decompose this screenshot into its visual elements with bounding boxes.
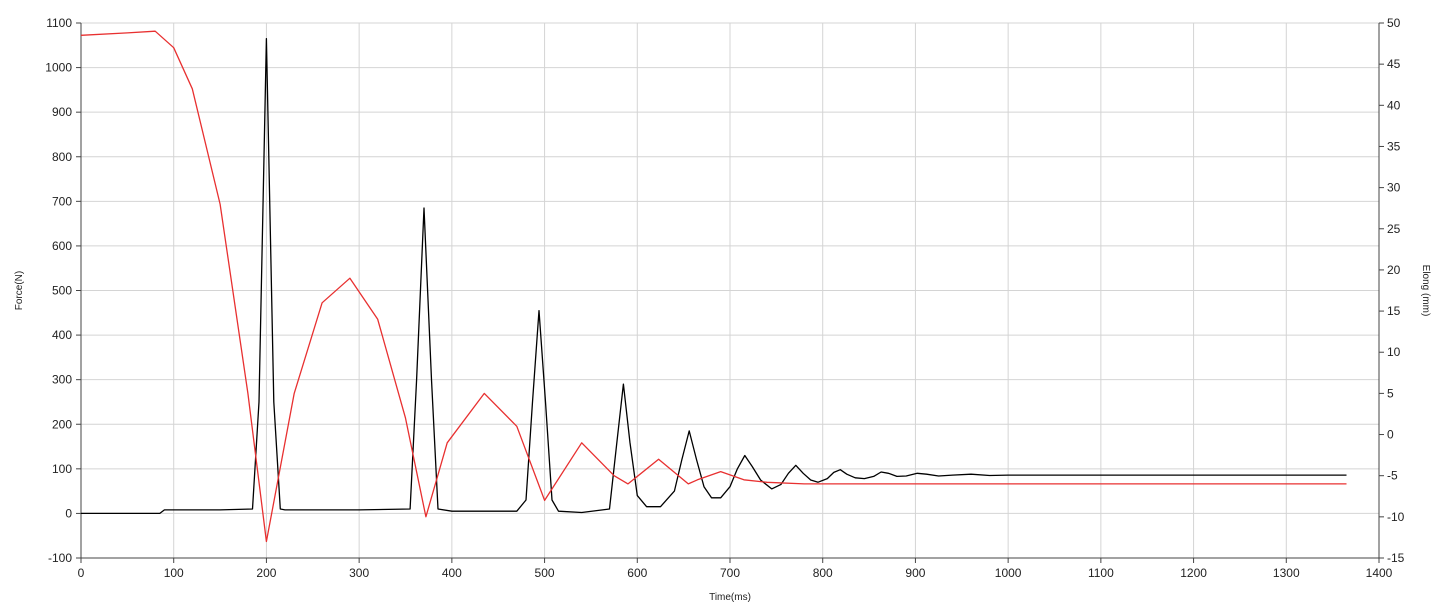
x-tick-label-7: 700 xyxy=(720,566,740,580)
y-right-tick-label-12: 45 xyxy=(1387,57,1401,71)
x-tick-label-10: 1000 xyxy=(995,566,1022,580)
y-left-tick-label-1: 0 xyxy=(65,506,72,520)
series-layer xyxy=(80,30,1347,543)
y-left-tick-label-10: 900 xyxy=(52,105,72,119)
x-tick-label-11: 1100 xyxy=(1088,566,1114,580)
x-tick-label-13: 1300 xyxy=(1273,566,1300,580)
y-right-tick-label-9: 30 xyxy=(1387,181,1401,195)
y-left-tick-label-11: 1000 xyxy=(45,61,72,75)
x-tick-label-1: 100 xyxy=(164,566,184,580)
ticks-layer: 0 100 200 300 400 500 600 700 800 900 1000 1100 1200… xyxy=(45,16,1404,580)
x-tick-label-14: 1400 xyxy=(1366,566,1393,580)
series-line-0 xyxy=(81,37,1347,515)
y-left-tick-label-8: 700 xyxy=(52,194,72,208)
y-left-tick-label-12: 1100 xyxy=(46,16,72,30)
y-left-tick-label-7: 600 xyxy=(52,239,72,253)
chart-root: 0 100 200 300 400 500 600 700 800 900 1000 1100 1200… xyxy=(0,0,1445,608)
x-tick-label-12: 1200 xyxy=(1180,566,1207,580)
x-tick-label-6: 600 xyxy=(627,566,647,580)
y-left-tick-label-6: 500 xyxy=(52,284,72,298)
y-axis-right-label: Elong (mm) xyxy=(1420,265,1431,317)
y-right-tick-label-4: 5 xyxy=(1387,386,1394,400)
y-axis-left-label: Force(N) xyxy=(14,271,25,310)
y-right-tick-label-10: 35 xyxy=(1387,139,1401,153)
x-tick-label-5: 500 xyxy=(535,566,555,580)
y-left-tick-label-4: 300 xyxy=(52,373,72,387)
y-left-tick-label-2: 100 xyxy=(52,462,72,476)
x-axis-label: Time(ms) xyxy=(709,592,751,603)
x-tick-label-8: 800 xyxy=(813,566,833,580)
x-tick-label-2: 200 xyxy=(256,566,276,580)
y-right-tick-label-13: 50 xyxy=(1387,16,1401,30)
y-right-tick-label-7: 20 xyxy=(1387,263,1401,277)
y-right-tick-label-5: 10 xyxy=(1387,345,1401,359)
x-tick-label-9: 900 xyxy=(905,566,925,580)
x-tick-label-3: 300 xyxy=(349,566,369,580)
grid-layer xyxy=(80,22,1380,559)
y-right-tick-label-6: 15 xyxy=(1387,304,1401,318)
y-right-tick-label-1: -10 xyxy=(1387,510,1405,524)
y-right-tick-label-11: 40 xyxy=(1387,98,1401,112)
y-left-tick-label-5: 400 xyxy=(52,328,72,342)
y-left-tick-label-3: 200 xyxy=(52,417,72,431)
y-left-tick-label-0: -100 xyxy=(48,551,72,565)
y-right-tick-label-2: -5 xyxy=(1387,469,1398,483)
x-tick-label-0: 0 xyxy=(78,566,85,580)
chart-svg: 0 100 200 300 400 500 600 700 800 900 1000 1100 1200… xyxy=(14,16,1431,603)
y-left-tick-label-9: 800 xyxy=(52,150,72,164)
x-tick-label-4: 400 xyxy=(442,566,462,580)
y-right-tick-label-8: 25 xyxy=(1387,222,1401,236)
y-right-tick-label-3: 0 xyxy=(1387,428,1394,442)
y-right-tick-label-0: -15 xyxy=(1387,551,1405,565)
